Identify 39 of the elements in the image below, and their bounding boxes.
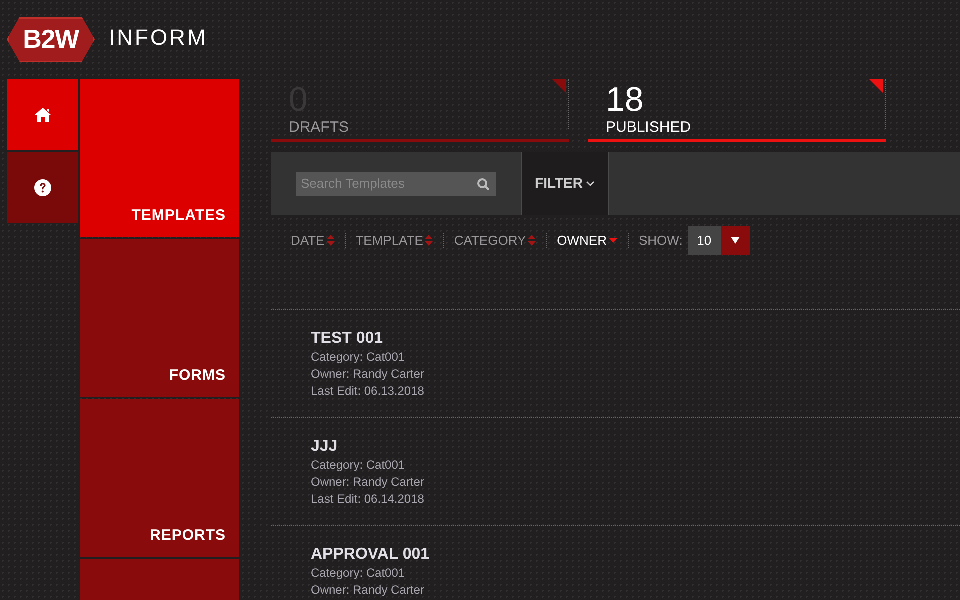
sort-updown-icon	[528, 235, 536, 246]
search-icon	[477, 178, 490, 190]
template-detail: Owner: Randy Carter	[311, 474, 426, 491]
nav-tile[interactable]: REPORTS	[80, 399, 239, 557]
help-button[interactable]	[7, 152, 78, 223]
template-name: APPROVAL 001	[311, 545, 431, 565]
sort-column[interactable]: OWNER	[557, 230, 618, 250]
show-label: SHOW:	[639, 232, 683, 250]
sort-updown-icon	[326, 235, 335, 246]
template-row[interactable]: TEST 001 Category: Cat001 Owner: Randy Carter Last Edit: 06.13.2018	[271, 310, 960, 418]
dropdown-caret-icon	[730, 237, 740, 244]
template-detail: Category: Cat001	[311, 457, 406, 474]
sort-column[interactable]: TEMPLATE	[356, 230, 434, 250]
help-icon	[34, 178, 52, 196]
logo-badge: B2W	[7, 16, 95, 62]
corner-flag-icon	[552, 79, 566, 93]
home-icon	[34, 106, 52, 122]
nav-tile[interactable]: FORMS	[80, 239, 239, 397]
sort-down-icon	[609, 238, 618, 244]
template-detail: Last Edit: 06.13.2018	[311, 383, 426, 400]
sort-column[interactable]: DATE	[291, 230, 335, 250]
chevron-icon	[586, 180, 595, 186]
sort-updown-icon	[425, 235, 434, 246]
template-detail: Owner: Randy Carter	[311, 582, 426, 599]
template-row[interactable]: JJJ Category: Cat001 Owner: Randy Carter Last Edit: 06.14.2018	[271, 418, 960, 526]
sort-column[interactable]: CATEGORY	[454, 230, 536, 250]
stat-tab[interactable]: 18 PUBLISHED	[588, 79, 886, 142]
app-title: INFORM	[109, 24, 208, 52]
filter-button[interactable]: FILTER	[521, 152, 609, 215]
template-detail: Owner: Randy Carter	[311, 366, 426, 383]
corner-flag-icon	[869, 79, 883, 93]
template-name: JJJ	[311, 437, 339, 457]
template-row[interactable]: APPROVAL 001 Category: Cat001 Owner: Randy Carter	[271, 526, 960, 600]
template-detail: Category: Cat001	[311, 565, 406, 582]
template-name: TEST 001	[311, 329, 384, 349]
template-detail: Category: Cat001	[311, 349, 406, 366]
home-button[interactable]	[7, 79, 78, 150]
template-detail: Last Edit: 06.14.2018	[311, 491, 426, 508]
nav-tile[interactable]: TEMPLATES	[80, 79, 239, 237]
